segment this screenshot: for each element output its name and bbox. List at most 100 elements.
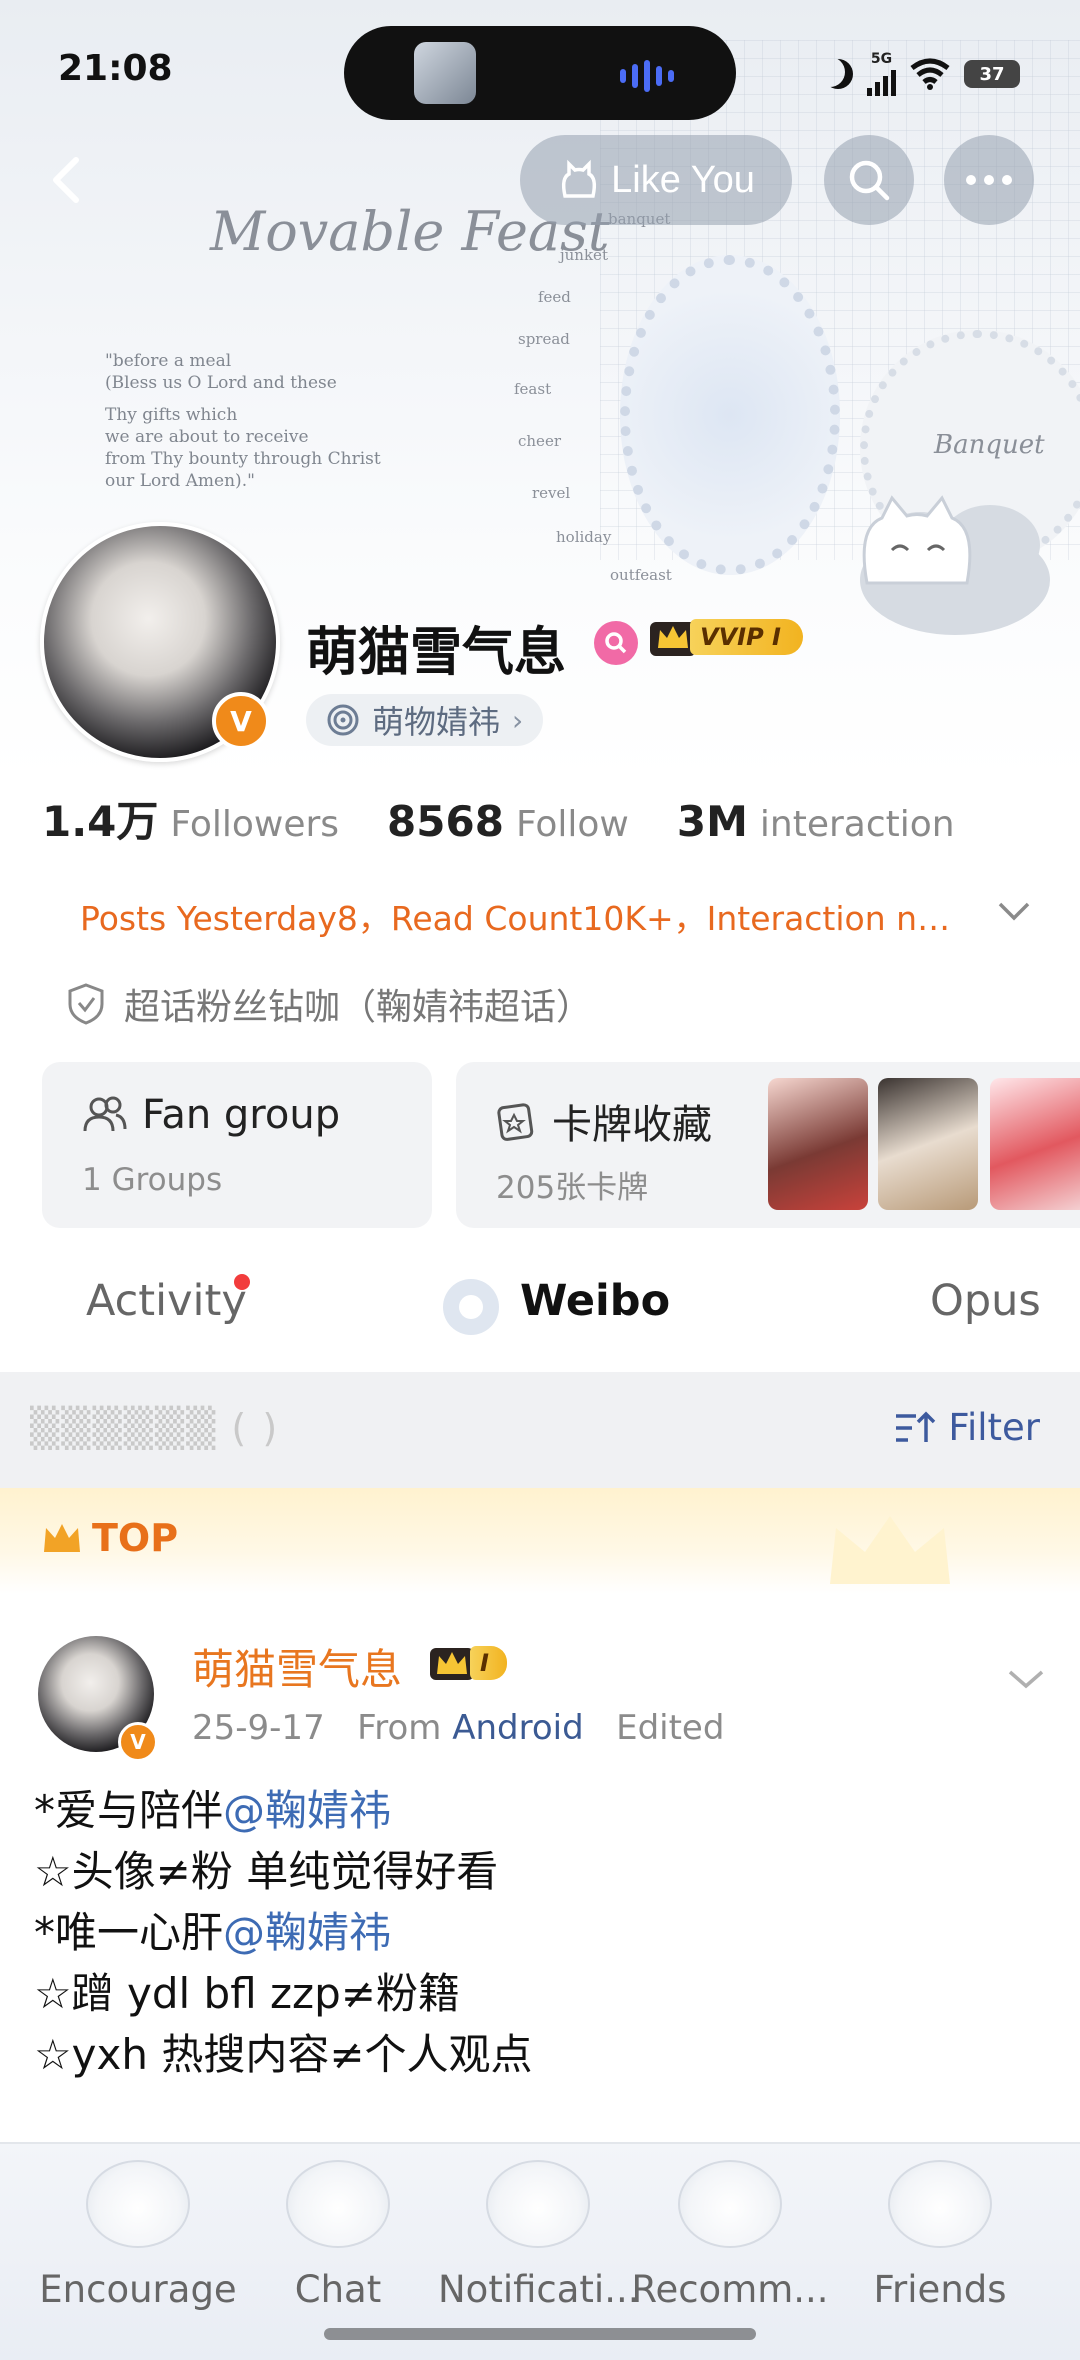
cover-word: spread: [518, 330, 570, 348]
nav-encourage[interactable]: Encourage: [38, 2160, 238, 2311]
post-line: ☆蹭 ydl bfl zzp≠粉籍: [34, 1969, 460, 2018]
super-topic-row[interactable]: 超话粉丝钻咖（鞠婧祎超话）: [66, 978, 592, 1030]
cover-word: junket: [560, 246, 608, 264]
cover-word: holiday: [556, 528, 612, 546]
cat-paw-icon: [562, 159, 597, 198]
cover-word: feed: [538, 288, 571, 306]
battery-indicator: 37: [964, 60, 1020, 88]
collection-card-thumbnail[interactable]: [990, 1078, 1080, 1210]
posting-summary[interactable]: Posts Yesterday8，Read Count10K+，Interact…: [80, 892, 960, 940]
nav-recommend[interactable]: Recomm...: [630, 2160, 830, 2311]
notification-dot: [234, 1274, 250, 1290]
chevron-right-icon: ›: [512, 703, 524, 737]
tab-activity[interactable]: Activity: [86, 1276, 247, 1326]
crown-icon: [44, 1524, 80, 1552]
topic-label: 萌物婧祎: [372, 703, 501, 741]
audio-wave-icon: [620, 60, 674, 92]
clock: 21:08: [58, 48, 173, 89]
cat-face-icon: [86, 2160, 190, 2248]
mention-link[interactable]: @鞠婧祎: [223, 1908, 391, 1957]
bottom-nav: Encourage Chat Notificati... Recomm... F…: [0, 2142, 1080, 2360]
status-bar: 21:08 5G 37: [0, 0, 1080, 140]
mention-link[interactable]: @鞠婧祎: [223, 1786, 391, 1835]
search-button[interactable]: [824, 135, 914, 225]
nav-chat[interactable]: Chat: [238, 2160, 438, 2311]
flower-tab-decoration-icon: [443, 1279, 499, 1335]
swirl-icon: [327, 704, 359, 736]
blurred-label: ▒▒▒▒▒▒ ( ): [30, 1406, 280, 1450]
post-author-name[interactable]: 萌猫雪气息: [192, 1636, 402, 1697]
more-button[interactable]: [944, 135, 1034, 225]
top-nav: Like You: [0, 132, 1080, 232]
pinned-banner: TOP: [0, 1488, 1080, 1594]
shield-icon: [68, 983, 104, 1025]
system-icons: 5G 37: [823, 52, 1020, 96]
nav-friends[interactable]: Friends: [840, 2160, 1040, 2311]
post-line: *爱与陪伴@鞠婧祎: [34, 1786, 392, 1835]
fan-group-card[interactable]: Fan group 1 Groups: [42, 1062, 432, 1228]
verified-badge: V: [212, 692, 270, 750]
banquet-script-text: Banquet: [934, 430, 1045, 460]
fan-group-subtitle: 1 Groups: [82, 1162, 223, 1198]
member-search-badge-icon[interactable]: [594, 621, 638, 665]
wifi-icon: [910, 58, 950, 90]
dynamic-island[interactable]: [344, 26, 736, 120]
cat-sleep-icon: [486, 2160, 590, 2248]
post-edited: Edited: [616, 1708, 725, 1748]
stat-interaction[interactable]: 3M interaction: [677, 797, 955, 846]
cover-word: outfeast: [610, 566, 672, 584]
cover-word: cheer: [518, 432, 561, 450]
filter-button[interactable]: Filter: [894, 1406, 1040, 1449]
super-topic-label: 超话粉丝钻咖（鞠婧祎超话）: [124, 987, 593, 1028]
tab-weibo[interactable]: Weibo: [520, 1276, 670, 1326]
nav-notifications[interactable]: Notificati...: [438, 2160, 640, 2311]
pinned-label: TOP: [40, 1516, 178, 1560]
vvip-label: VVIP I: [690, 619, 803, 655]
post-from: From: [357, 1708, 442, 1748]
now-playing-thumbnail: [414, 42, 476, 104]
more-dots-icon: [966, 175, 1012, 185]
topic-pill[interactable]: 萌物婧祎 ›: [306, 694, 544, 746]
profile-stats: 1.4万 Followers 8568 Follow 3M interaction: [42, 788, 955, 849]
home-indicator[interactable]: [324, 2328, 756, 2340]
profile-tabs: Activity Weibo Opus: [0, 1252, 1080, 1362]
flower-icon: [286, 2160, 390, 2248]
post-vip-badge: I: [428, 1642, 507, 1684]
pinned-post[interactable]: V 萌猫雪气息 I 25-9-17 From Android Edited *爱…: [0, 1594, 1080, 2138]
droplet-icon: [888, 2160, 992, 2248]
do-not-disturb-icon: [823, 59, 853, 89]
post-menu-chevron-icon[interactable]: [1004, 1664, 1048, 1694]
like-you-button[interactable]: Like You: [520, 135, 792, 225]
crown-watermark-icon: [830, 1516, 950, 1584]
filter-bar: ▒▒▒▒▒▒ ( ) Filter: [0, 1372, 1080, 1488]
post-source: Android: [452, 1708, 584, 1748]
stat-follow[interactable]: 8568 Follow: [387, 797, 629, 846]
card-collection-icon: [497, 1103, 534, 1141]
post-date: 25-9-17: [192, 1708, 325, 1748]
cover-verse: "before a meal (Bless us O Lord and thes…: [105, 351, 381, 491]
post-line: ☆头像≠粉 单纯觉得好看: [34, 1847, 499, 1896]
cover-word: feast: [514, 380, 552, 398]
like-you-label: Like You: [611, 158, 755, 201]
cover-word: revel: [532, 484, 571, 502]
profile-username: 萌猫雪气息: [306, 623, 567, 683]
collection-card-thumbnail[interactable]: [768, 1078, 868, 1210]
group-users-icon: [83, 1096, 127, 1132]
stat-followers[interactable]: 1.4万 Followers: [42, 788, 339, 849]
filter-sort-icon: [896, 1411, 936, 1442]
cat-face-icon: [862, 495, 972, 585]
crown-icon: [430, 1648, 474, 1680]
tab-opus[interactable]: Opus: [930, 1276, 1041, 1326]
back-arrow-icon[interactable]: [36, 148, 100, 212]
fan-group-title: Fan group: [142, 1092, 341, 1138]
cellular-signal-icon: 5G: [867, 52, 896, 96]
chevron-down-icon[interactable]: [994, 896, 1034, 926]
filter-label: Filter: [948, 1406, 1040, 1449]
collection-card-thumbnail[interactable]: [878, 1078, 978, 1210]
lace-mirror-decoration: [620, 255, 840, 575]
paw-icon: [678, 2160, 782, 2248]
post-line: *唯一心肝@鞠婧祎: [34, 1908, 392, 1957]
post-text: *爱与陪伴@鞠婧祎 ☆头像≠粉 单纯觉得好看 *唯一心肝@鞠婧祎 ☆蹭 ydl …: [34, 1780, 533, 2085]
verified-badge: V: [118, 1722, 158, 1762]
vvip-badge[interactable]: VVIP I: [648, 614, 803, 660]
